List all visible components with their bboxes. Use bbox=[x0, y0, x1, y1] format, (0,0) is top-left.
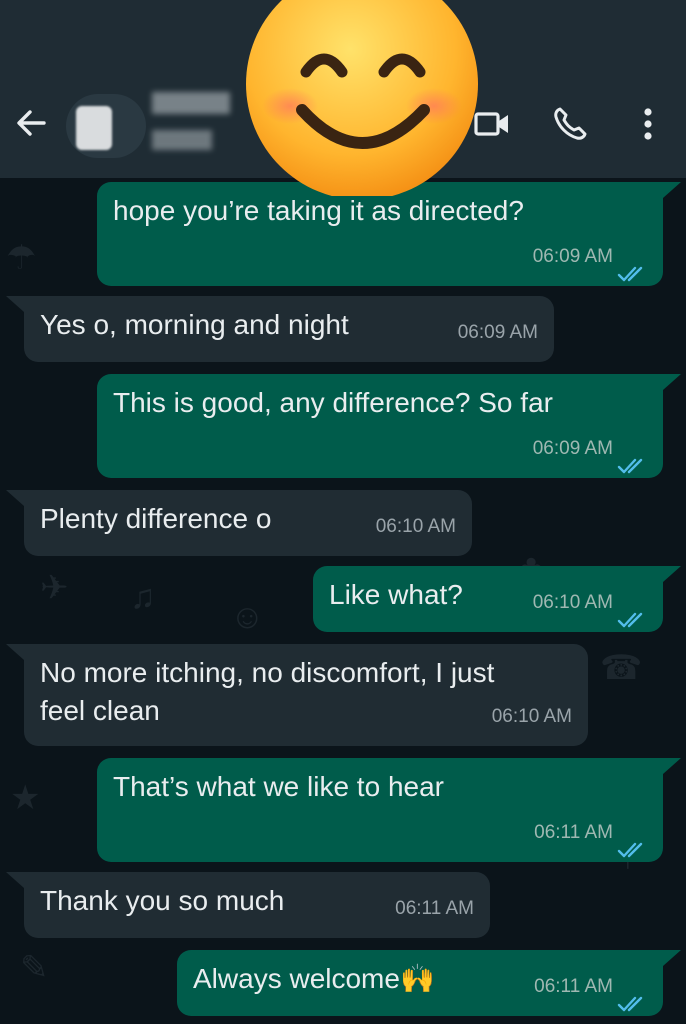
wallpaper-doodle: ☎ bbox=[600, 649, 643, 687]
contact-status-redacted bbox=[152, 130, 212, 150]
incoming-message-bubble[interactable]: Yes o, morning and night 06:09 AM bbox=[6, 296, 554, 362]
wallpaper-doodle: ☺ bbox=[230, 598, 265, 636]
message-text: Thank you so much bbox=[40, 885, 285, 916]
outgoing-message-bubble[interactable]: hope you’re taking it as directed? 06:09 … bbox=[97, 182, 681, 286]
bubble-tail bbox=[6, 296, 24, 312]
message-list[interactable]: ☂ ☀ ✈ ☎ ♫ ★ ⚑ ✎ ☺ ♣ hope you’re taking i… bbox=[0, 178, 686, 1024]
bubble-tail bbox=[6, 872, 24, 888]
message-text: This is good, any difference? So far bbox=[113, 387, 553, 418]
incoming-message-bubble[interactable]: Thank you so much 06:11 AM bbox=[6, 872, 490, 938]
message-timestamp: 06:09 AM bbox=[532, 438, 613, 459]
bubble-tail bbox=[6, 490, 24, 506]
message-text: Always welcome🙌 bbox=[193, 963, 435, 994]
arrow-left-icon[interactable] bbox=[14, 106, 48, 140]
avatar[interactable] bbox=[66, 94, 146, 158]
wallpaper-doodle: ★ bbox=[10, 779, 41, 817]
message-timestamp: 06:09 AM bbox=[532, 246, 613, 267]
smiling-face-icon bbox=[246, 0, 478, 196]
bubble-tail bbox=[663, 374, 681, 390]
bubble-tail bbox=[6, 644, 24, 660]
message-text: Plenty difference o bbox=[40, 503, 272, 534]
message-timestamp: 06:11 AM bbox=[395, 898, 474, 919]
bubble-tail bbox=[663, 758, 681, 774]
avatar-image-blurred bbox=[76, 106, 112, 150]
read-receipt-icon bbox=[617, 832, 647, 858]
phone-icon[interactable] bbox=[550, 104, 590, 144]
contact-name-redacted[interactable] bbox=[152, 92, 230, 114]
outgoing-message-bubble[interactable]: That’s what we like to hear 06:11 AM bbox=[97, 758, 681, 862]
message-text: No more itching, no discomfort, I just bbox=[40, 657, 495, 688]
incoming-message-bubble[interactable]: Plenty difference o 06:10 AM bbox=[6, 490, 472, 556]
outgoing-message-bubble[interactable]: Always welcome🙌 06:11 AM bbox=[177, 950, 681, 1016]
message-text: Yes o, morning and night bbox=[40, 309, 349, 340]
message-text: That’s what we like to hear bbox=[113, 771, 444, 802]
message-timestamp: 06:10 AM bbox=[491, 706, 572, 727]
incoming-message-bubble[interactable]: No more itching, no discomfort, I just fe… bbox=[6, 644, 588, 746]
outgoing-message-bubble[interactable]: Like what? 06:10 AM bbox=[313, 566, 681, 632]
wallpaper-doodle: ✎ bbox=[20, 949, 49, 987]
outgoing-message-bubble[interactable]: This is good, any difference? So far 06:0… bbox=[97, 374, 681, 478]
message-timestamp: 06:11 AM bbox=[534, 976, 613, 997]
wallpaper-doodle: ☂ bbox=[6, 239, 37, 277]
read-receipt-icon bbox=[617, 448, 647, 474]
bubble-tail bbox=[663, 950, 681, 966]
read-receipt-icon bbox=[617, 602, 647, 628]
wallpaper-doodle: ♫ bbox=[130, 578, 156, 616]
bubble-tail bbox=[663, 566, 681, 582]
wallpaper-doodle: ✈ bbox=[40, 569, 69, 607]
read-receipt-icon bbox=[617, 256, 647, 282]
message-timestamp: 06:09 AM bbox=[457, 322, 538, 343]
message-timestamp: 06:10 AM bbox=[532, 592, 613, 613]
message-timestamp: 06:10 AM bbox=[375, 516, 456, 537]
message-text: hope you’re taking it as directed? bbox=[113, 195, 524, 226]
message-text: feel clean bbox=[40, 695, 160, 726]
message-timestamp: 06:11 AM bbox=[534, 822, 613, 843]
message-text: Like what? bbox=[329, 579, 463, 610]
vertical-dots-icon[interactable] bbox=[628, 104, 668, 144]
read-receipt-icon bbox=[617, 986, 647, 1012]
bubble-tail bbox=[663, 182, 681, 198]
